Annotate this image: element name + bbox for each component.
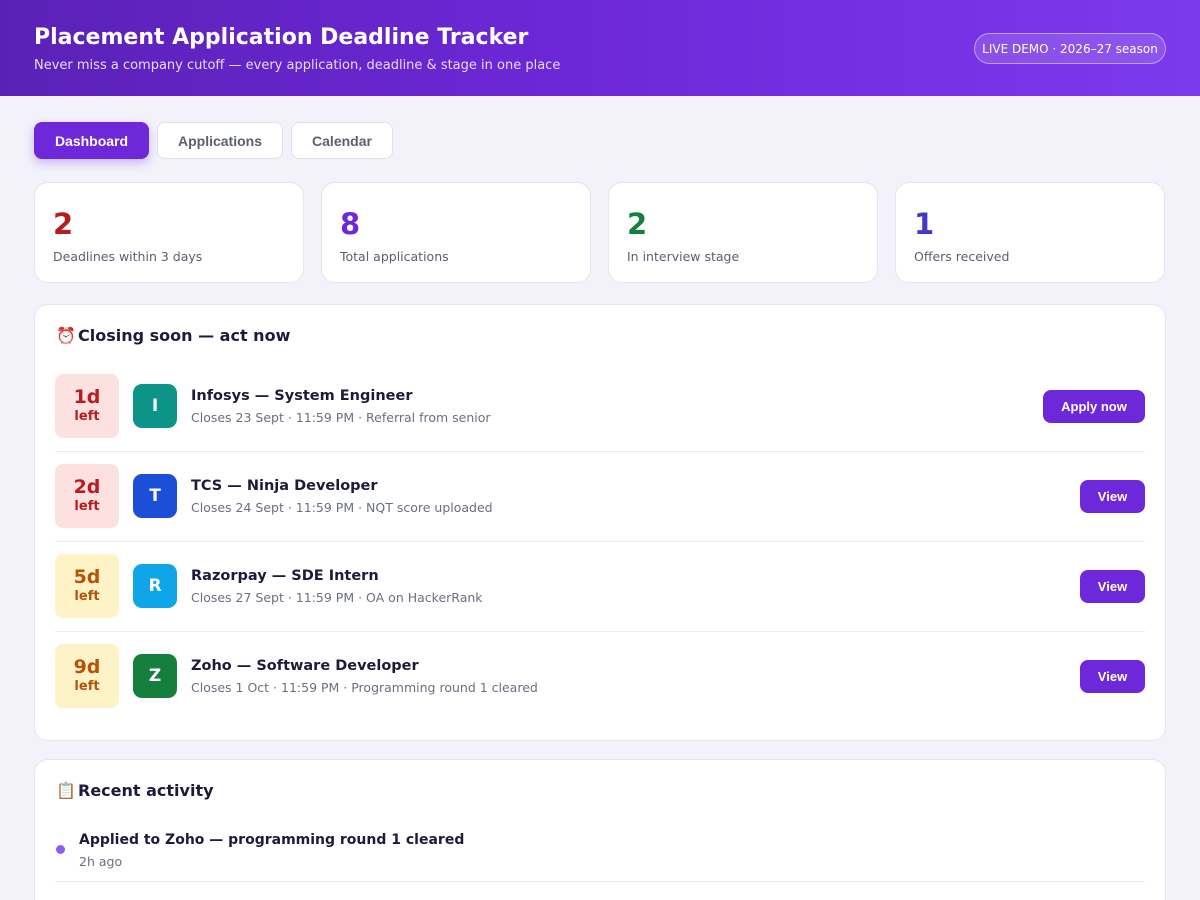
stat-label: In interview stage bbox=[627, 249, 740, 264]
application-meta: Closes 1 Oct · 11:59 PM · Programming ro… bbox=[191, 680, 538, 695]
days-left-value: 2d bbox=[73, 476, 101, 498]
company-avatar: I bbox=[133, 384, 177, 428]
stat-card-interview-stage: 2 In interview stage bbox=[608, 182, 878, 283]
stat-value: 2 bbox=[627, 207, 648, 241]
days-left-badge: 1d left bbox=[55, 374, 119, 438]
application-meta: Closes 27 Sept · 11:59 PM · OA on Hacker… bbox=[191, 590, 483, 605]
stat-label: Deadlines within 3 days bbox=[53, 249, 203, 264]
application-title: Razorpay — SDE Intern bbox=[191, 568, 379, 584]
application-meta: Closes 24 Sept · 11:59 PM · NQT score up… bbox=[191, 500, 493, 515]
days-left-label: left bbox=[74, 409, 100, 424]
application-title: Infosys — System Engineer bbox=[191, 388, 413, 404]
view-button[interactable]: View bbox=[1080, 480, 1145, 513]
application-meta: Closes 23 Sept · 11:59 PM · Referral fro… bbox=[191, 410, 491, 425]
recent-activity-label: Recent activity bbox=[78, 781, 214, 800]
days-left-label: left bbox=[74, 679, 100, 694]
company-avatar: T bbox=[133, 474, 177, 518]
deadline-row-razorpay: 5d left R Razorpay — SDE Intern Closes 2… bbox=[55, 542, 1145, 632]
company-avatar: R bbox=[133, 564, 177, 608]
recent-activity-panel: 📋 Recent activity Applied to Zoho — progr… bbox=[34, 759, 1166, 900]
application-title: TCS — Ninja Developer bbox=[191, 478, 378, 494]
application-title: Zoho — Software Developer bbox=[191, 658, 419, 674]
recent-activity-title: 📋 Recent activity bbox=[56, 781, 214, 800]
tab-calendar[interactable]: Calendar bbox=[291, 122, 393, 159]
activity-dot-icon bbox=[56, 845, 65, 854]
stat-value: 2 bbox=[53, 207, 74, 241]
page-title: Placement Application Deadline Tracker bbox=[34, 25, 529, 50]
clipboard-icon: 📋 bbox=[56, 781, 76, 800]
activity-time: 2h ago bbox=[79, 854, 123, 869]
closing-soon-label: Closing soon — act now bbox=[78, 326, 291, 345]
stat-label: Total applications bbox=[340, 249, 449, 264]
live-demo-badge: LIVE DEMO · 2026–27 season bbox=[974, 33, 1166, 64]
activity-text: Applied to Zoho — programming round 1 cl… bbox=[79, 832, 465, 848]
days-left-value: 1d bbox=[73, 386, 101, 408]
stat-label: Offers received bbox=[914, 249, 1010, 264]
deadline-row-tcs: 2d left T TCS — Ninja Developer Closes 2… bbox=[55, 452, 1145, 542]
days-left-label: left bbox=[74, 499, 100, 514]
days-left-value: 9d bbox=[73, 656, 101, 678]
days-left-badge: 5d left bbox=[55, 554, 119, 618]
alarm-clock-icon: ⏰ bbox=[56, 326, 76, 345]
stat-card-deadlines: 2 Deadlines within 3 days bbox=[34, 182, 304, 283]
activity-item: Applied to Zoho — programming round 1 cl… bbox=[55, 820, 1145, 882]
tab-applications[interactable]: Applications bbox=[157, 122, 283, 159]
days-left-badge: 9d left bbox=[55, 644, 119, 708]
tab-dashboard[interactable]: Dashboard bbox=[34, 122, 149, 159]
deadline-row-infosys: 1d left I Infosys — System Engineer Clos… bbox=[55, 362, 1145, 452]
days-left-value: 5d bbox=[73, 566, 101, 588]
stat-value: 8 bbox=[340, 207, 361, 241]
days-left-label: left bbox=[74, 589, 100, 604]
deadline-row-zoho: 9d left Z Zoho — Software Developer Clos… bbox=[55, 632, 1145, 722]
app-header: Placement Application Deadline Tracker N… bbox=[0, 0, 1200, 96]
page-subtitle: Never miss a company cutoff — every appl… bbox=[34, 58, 561, 73]
closing-soon-title: ⏰ Closing soon — act now bbox=[56, 326, 290, 345]
days-left-badge: 2d left bbox=[55, 464, 119, 528]
closing-soon-panel: ⏰ Closing soon — act now 1d left I Infosy… bbox=[34, 304, 1166, 741]
view-button[interactable]: View bbox=[1080, 660, 1145, 693]
stat-card-total-applications: 8 Total applications bbox=[321, 182, 591, 283]
stat-value: 1 bbox=[914, 207, 935, 241]
stat-card-offers: 1 Offers received bbox=[895, 182, 1165, 283]
company-avatar: Z bbox=[133, 654, 177, 698]
view-button[interactable]: View bbox=[1080, 570, 1145, 603]
apply-now-button[interactable]: Apply now bbox=[1043, 390, 1145, 423]
